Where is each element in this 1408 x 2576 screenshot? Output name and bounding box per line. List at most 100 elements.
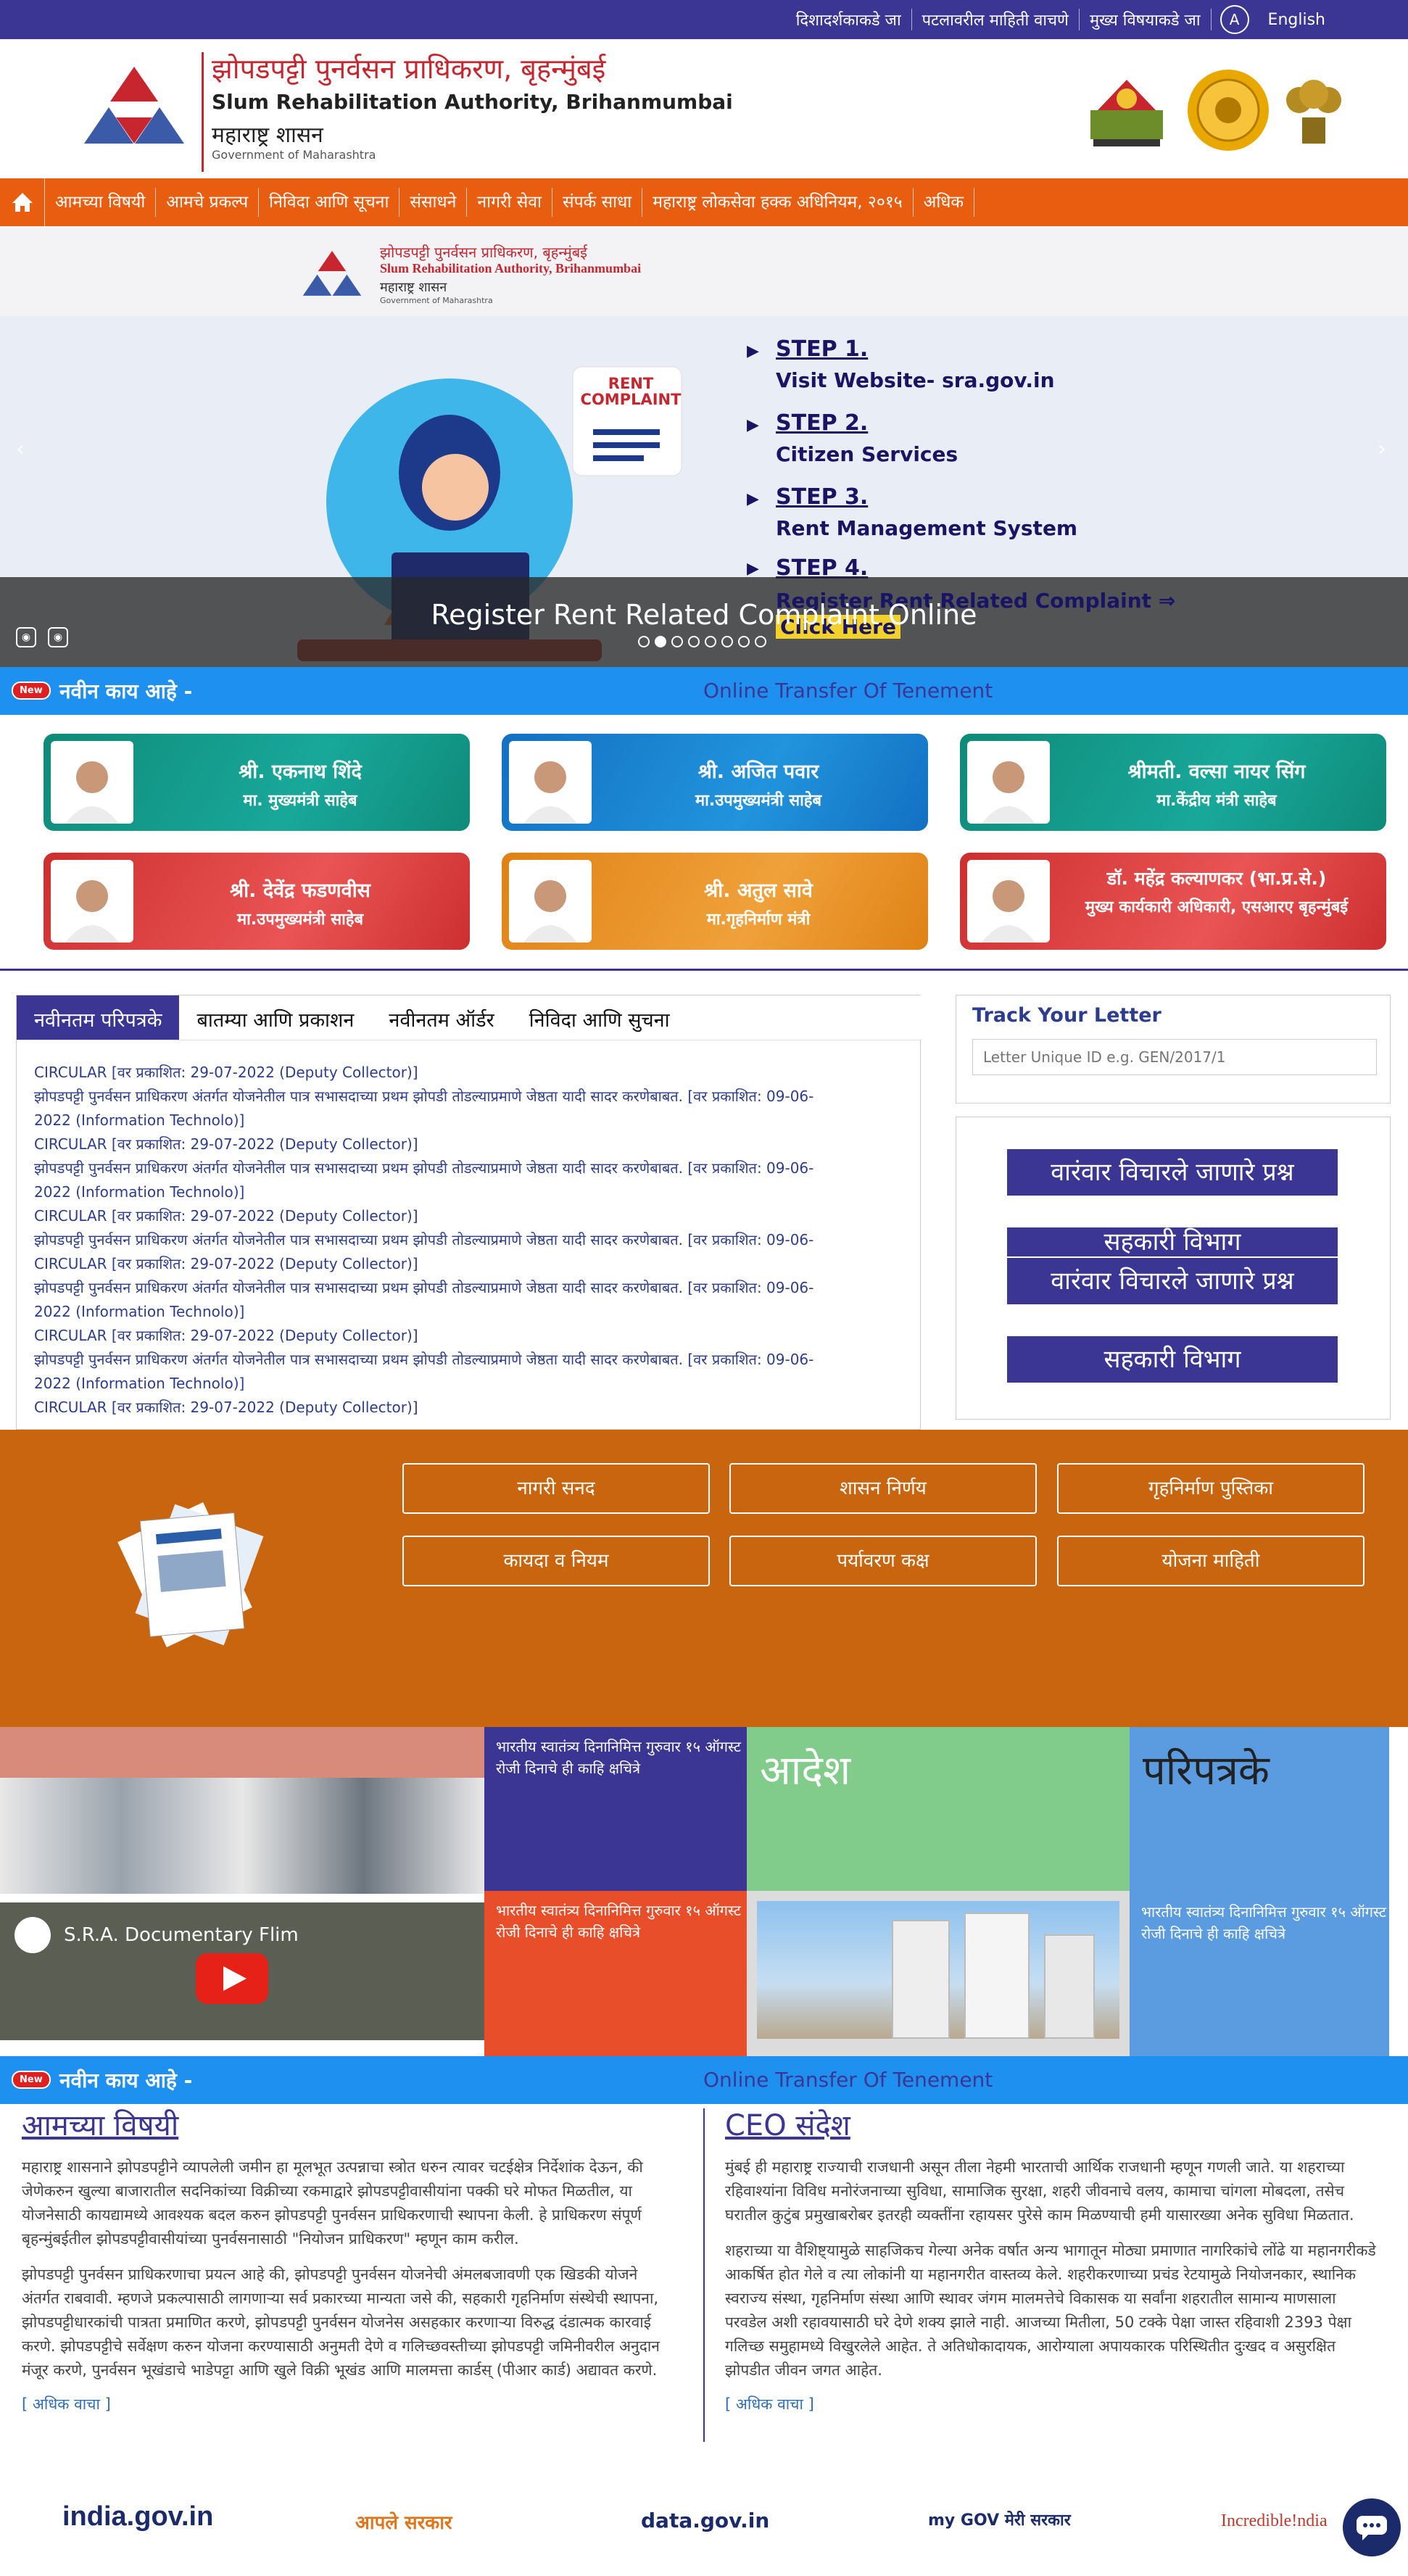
english-language-link[interactable]: English	[1258, 11, 1335, 29]
cooperative-dept-button[interactable]: सहकारी विभाग	[1007, 1227, 1338, 1256]
nav-citizen-services[interactable]: नागरी सेवा	[467, 188, 553, 217]
tab-news-publications[interactable]: बातम्या आणि प्रकाशन	[179, 995, 371, 1040]
slider-dot[interactable]	[738, 636, 750, 647]
leader-card[interactable]: श्री. अजित पवार मा.उपमुख्यमंत्री साहेब	[502, 734, 928, 831]
leader-name: श्री. देवेंद्र फडणवीस	[230, 879, 370, 902]
mygov-logo[interactable]: my GOV मेरी सरकार	[928, 2509, 1071, 2530]
step-1-heading: STEP 1.	[776, 336, 869, 362]
ceo-title[interactable]: CEO संदेश	[725, 2104, 1378, 2144]
leader-card[interactable]: डॉ. महेंद्र कल्याणकर (भा.प्र.से.) मुख्य क…	[960, 853, 1386, 950]
slider-dot[interactable]	[755, 636, 766, 647]
slide-caption-bar: Register Rent Related Complaint ⇒ Click …	[0, 577, 1408, 670]
housing-booklet-button[interactable]: गृहनिर्माण पुस्तिका	[1057, 1463, 1364, 1514]
partner-logos: india.gov.in आपले सरकार data.gov.in my G…	[0, 2480, 1408, 2567]
quicklinks-panel: वारंवार विचारले जाणारे प्रश्न सहकारी विभ…	[956, 1117, 1391, 1420]
circular-item[interactable]: CIRCULAR [वर प्रकाशित: 29-07-2022 (Deput…	[34, 1132, 916, 1156]
circular-item[interactable]: 2022 (Information Technolo)]	[34, 1109, 916, 1132]
acts-rules-button[interactable]: कायदा व नियम	[402, 1536, 710, 1586]
org-title-marathi: झोपडपट्टी पुनर्वसन प्राधिकरण, बृहन्मुंबई	[212, 53, 606, 85]
slider-pause-icon[interactable]: ◉	[16, 627, 36, 647]
circular-item[interactable]: CIRCULAR [वर प्रकाशित: 29-07-2022 (Deput…	[34, 1204, 916, 1228]
slide-banner	[0, 226, 1408, 316]
slide-caption: Register Rent Related Complaint Online	[431, 599, 977, 631]
leader-card[interactable]: श्री. अतुल सावे मा.गृहनिर्माण मंत्री	[502, 853, 928, 950]
home-icon[interactable]	[0, 178, 45, 226]
leader-name: श्री. अतुल सावे	[704, 879, 813, 902]
step-arrow-icon: ▶	[747, 560, 759, 578]
letter-id-input[interactable]	[972, 1039, 1377, 1075]
aaple-sarkar-logo[interactable]: आपले सरकार	[355, 2509, 452, 2535]
slide-logo-icon	[302, 251, 362, 296]
youtube-play-icon[interactable]	[196, 1953, 268, 2004]
whats-new-label-2: नवीन काय आहे -	[59, 2068, 193, 2092]
circular-item[interactable]: CIRCULAR [वर प्रकाशित: 29-07-2022 (Deput…	[34, 1324, 916, 1348]
cooperative-dept-button-2[interactable]: सहकारी विभाग	[1007, 1336, 1338, 1383]
nav-projects[interactable]: आमचे प्रकल्प	[156, 188, 260, 217]
circular-item[interactable]: 2022 (Information Technolo)]	[34, 1300, 916, 1324]
building-photo[interactable]	[747, 1891, 1130, 2056]
incredible-india-logo[interactable]: Incredible!ndia	[1221, 2511, 1328, 2531]
faq-button[interactable]: वारंवार विचारले जाणारे प्रश्न	[1007, 1149, 1338, 1196]
citizen-charter-button[interactable]: नागरी सनद	[402, 1463, 710, 1514]
slider-dot[interactable]	[655, 636, 666, 647]
slider-dot[interactable]	[671, 636, 683, 647]
chat-icon[interactable]	[1343, 2498, 1401, 2556]
gov-resolutions-button[interactable]: शासन निर्णय	[729, 1463, 1037, 1514]
whats-new-link-2[interactable]: Online Transfer Of Tenement	[703, 2068, 993, 2092]
india-gov-logo[interactable]: india.gov.in	[62, 2501, 213, 2532]
leader-name: डॉ. महेंद्र कल्याणकर (भा.प्र.से.)	[1106, 868, 1327, 889]
slider-prev-icon[interactable]: ‹	[16, 436, 25, 462]
hero-slider[interactable]: झोपडपट्टी पुनर्वसन प्राधिकरण, बृहन्मुंबई…	[0, 226, 1408, 670]
step-arrow-icon: ▶	[747, 416, 759, 434]
environment-cell-button[interactable]: पर्यावरण कक्ष	[729, 1536, 1037, 1586]
skip-to-main-link[interactable]: मुख्य विषयाकडे जा	[1080, 9, 1212, 30]
leader-card[interactable]: श्रीमती. वल्सा नायर सिंग मा.केंद्रीय मंत्…	[960, 734, 1386, 831]
documentary-video[interactable]: S.R.A. Documentary Flim	[0, 1902, 484, 2040]
orders-tile[interactable]: आदेश	[747, 1727, 1130, 1891]
tab-tenders-notices[interactable]: निविदा आणि सुचना	[512, 995, 687, 1040]
news-tile-1-text: भारतीय स्वातंत्र्य दिनानिमित्त गुरुवार १…	[496, 1738, 741, 1777]
circular-item[interactable]: झोपडपट्टी पुनर्वसन प्राधिकरण अंतर्गत योज…	[34, 1276, 916, 1300]
nav-rts-act[interactable]: महाराष्ट्र लोकसेवा हक्क अधिनियम, २०१५	[642, 188, 914, 217]
circular-item[interactable]: 2022 (Information Technolo)]	[34, 1372, 916, 1396]
tab-latest-orders[interactable]: नवीनतम ऑर्डर	[371, 995, 511, 1040]
scheme-info-button[interactable]: योजना माहिती	[1057, 1536, 1364, 1586]
slider-next-icon[interactable]: ›	[1378, 436, 1386, 462]
tab-latest-circulars[interactable]: नवीनतम परिपत्रके	[17, 995, 180, 1040]
mhada-emblem-icon	[1090, 80, 1163, 146]
circular-item[interactable]: झोपडपट्टी पुनर्वसन प्राधिकरण अंतर्गत योज…	[34, 1085, 916, 1109]
ceo-read-more-link[interactable]: [ अधिक वाचा ]	[725, 2394, 1378, 2414]
circular-item[interactable]: झोपडपट्टी पुनर्वसन प्राधिकरण अंतर्गत योज…	[34, 1348, 916, 1372]
circulars-tile[interactable]: परिपत्रके भारतीय स्वातंत्र्य दिनानिमित्त…	[1130, 1727, 1389, 2056]
faq-button-2[interactable]: वारंवार विचारले जाणारे प्रश्न	[1007, 1258, 1338, 1304]
circular-item[interactable]: CIRCULAR [वर प्रकाशित: 29-07-2022 (Deput…	[34, 1252, 916, 1276]
whats-new-link[interactable]: Online Transfer Of Tenement	[703, 679, 993, 703]
nav-more[interactable]: अधिक	[914, 188, 975, 217]
nav-about[interactable]: आमच्या विषयी	[45, 188, 157, 217]
data-gov-logo[interactable]: data.gov.in	[641, 2509, 769, 2532]
circular-item[interactable]: CIRCULAR [वर प्रकाशित: 29-07-2022 (Deput…	[34, 1061, 916, 1085]
about-read-more-link[interactable]: [ अधिक वाचा ]	[22, 2394, 674, 2414]
slider-play-icon[interactable]: ◉	[48, 627, 68, 647]
slider-dot[interactable]	[721, 636, 733, 647]
event-photo[interactable]	[0, 1727, 484, 1894]
screen-reader-link[interactable]: पटलावरील माहिती वाचणे	[912, 9, 1080, 30]
skip-to-navigation-link[interactable]: दिशादर्शकाकडे जा	[786, 9, 912, 30]
news-tile-1[interactable]: भारतीय स्वातंत्र्य दिनानिमित्त गुरुवार १…	[484, 1727, 747, 1891]
circular-item[interactable]: CIRCULAR [वर प्रकाशित: 29-07-2022 (Deput…	[34, 1396, 916, 1420]
circular-item[interactable]: 2022 (Information Technolo)]	[34, 1180, 916, 1204]
about-title[interactable]: आमच्या विषयी	[22, 2104, 674, 2144]
nav-contact[interactable]: संपर्क साधा	[552, 188, 643, 217]
leader-card[interactable]: श्री. एकनाथ शिंदे मा. मुख्यमंत्री साहेब	[44, 734, 470, 831]
news-tile-2[interactable]: भारतीय स्वातंत्र्य दिनानिमित्त गुरुवार १…	[484, 1891, 747, 2056]
accessibility-icon[interactable]: A	[1219, 5, 1249, 34]
sra-logo-icon[interactable]	[73, 67, 196, 154]
slider-dot[interactable]	[688, 636, 700, 647]
circular-item[interactable]: झोपडपट्टी पुनर्वसन प्राधिकरण अंतर्गत योज…	[34, 1228, 916, 1252]
leader-card[interactable]: श्री. देवेंद्र फडणवीस मा.उपमुख्यमंत्री सा…	[44, 853, 470, 950]
nav-resources[interactable]: संसाधने	[399, 188, 468, 217]
nav-tenders[interactable]: निविदा आणि सूचना	[259, 188, 400, 217]
slider-dot[interactable]	[705, 636, 716, 647]
slider-dot[interactable]	[638, 636, 650, 647]
circular-item[interactable]: झोपडपट्टी पुनर्वसन प्राधिकरण अंतर्गत योज…	[34, 1156, 916, 1180]
